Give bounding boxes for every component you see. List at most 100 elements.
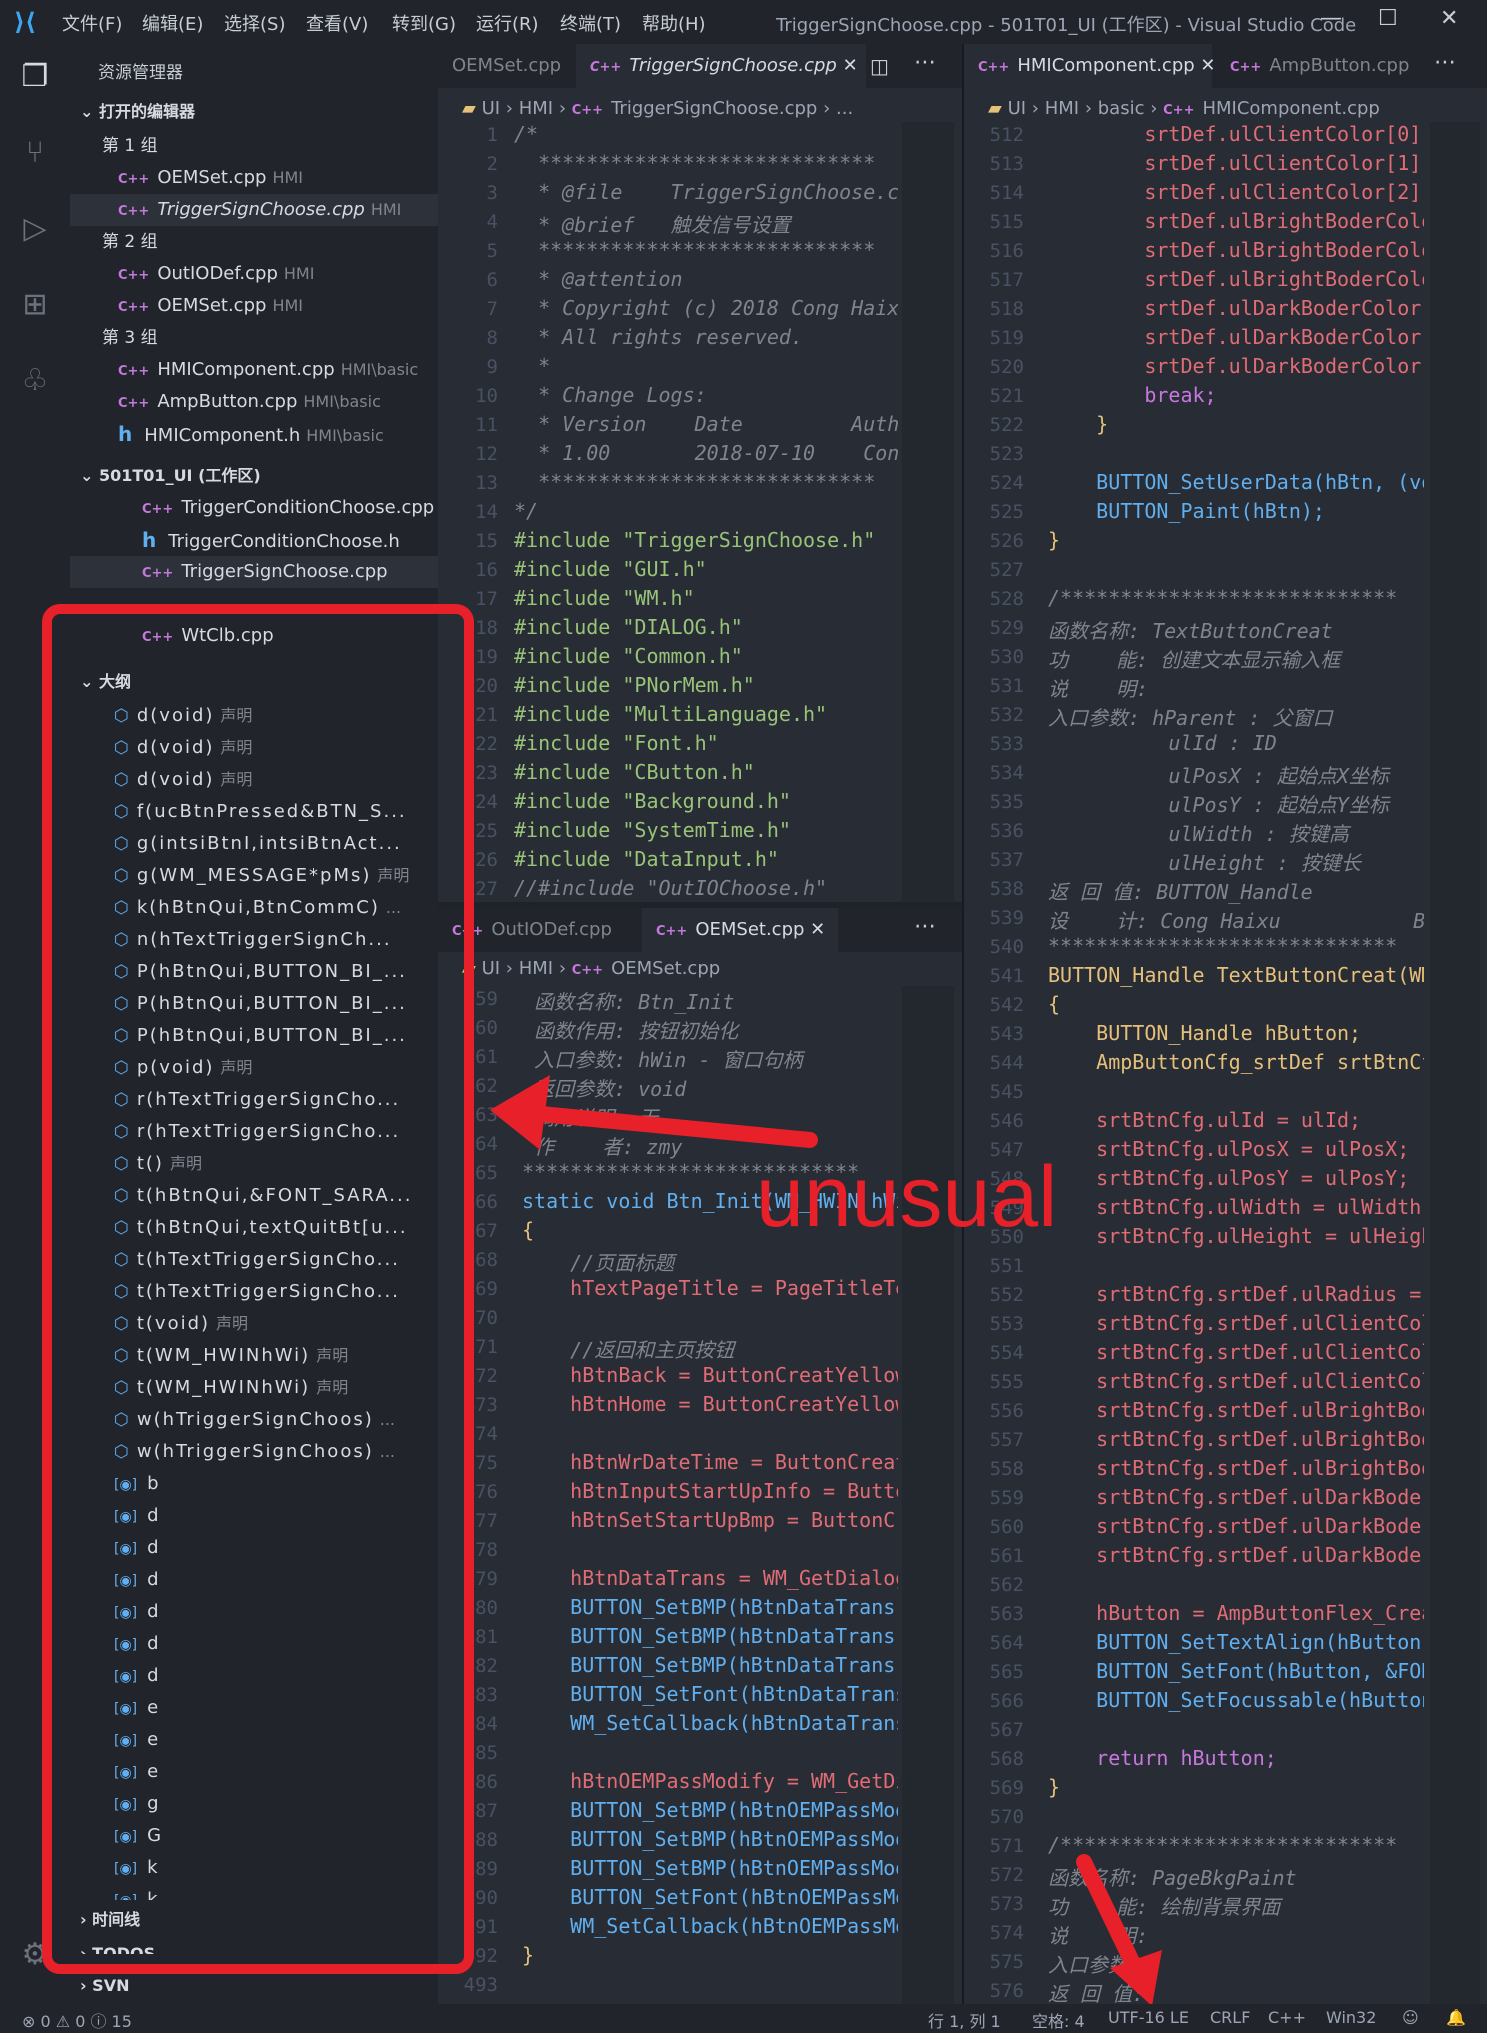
code-line[interactable]: srtDef.ulDarkBoderColor[ bbox=[1048, 296, 1424, 320]
workspace-file-item[interactable]: h TriggerConditionChoose.h bbox=[70, 524, 438, 556]
code-line[interactable]: #include "CButton.h" bbox=[514, 760, 755, 784]
code-line[interactable]: #include "Common.h" bbox=[514, 644, 743, 668]
svn-header[interactable]: › SVN bbox=[70, 1972, 438, 2000]
code-line[interactable]: 函数名称: Btn_Init bbox=[522, 986, 734, 1015]
code-line[interactable]: #include "TriggerSignChoose.h" bbox=[514, 528, 875, 552]
menu-item[interactable]: 查看(V) bbox=[306, 10, 368, 36]
code-line[interactable]: srtDef.ulClientColor[1] bbox=[1048, 151, 1421, 175]
code-line[interactable]: /* bbox=[514, 122, 538, 146]
more-actions-icon[interactable]: ⋯ bbox=[914, 50, 936, 75]
menu-item[interactable]: 转到(G) bbox=[392, 10, 456, 36]
code-line[interactable]: hBtnBack = ButtonCreatYellow bbox=[522, 1363, 898, 1387]
code-line[interactable]: hBtnInputStartUpInfo = Butto bbox=[522, 1479, 898, 1503]
code-line[interactable]: * @brief 触发信号设置 bbox=[514, 209, 790, 238]
code-line[interactable]: srtBtnCfg.srtDef.ulDarkBoder bbox=[1048, 1485, 1424, 1509]
breadcrumb-item[interactable]: HMI bbox=[1045, 98, 1079, 119]
code-line[interactable]: srtDef.ulClientColor[2] bbox=[1048, 180, 1421, 204]
code-line[interactable]: BUTTON_Handle TextButtonCreat(WM bbox=[1048, 963, 1424, 987]
breadcrumb-item[interactable]: UI bbox=[482, 958, 500, 979]
tab-oemset-bottom[interactable]: C++ OEMSet.cpp ✕ bbox=[642, 908, 838, 952]
code-line[interactable]: 函数作用: 按钮初始化 bbox=[522, 1015, 738, 1044]
menu-item[interactable]: 编辑(E) bbox=[142, 10, 203, 36]
code-line[interactable]: #include "GUI.h" bbox=[514, 557, 707, 581]
code-line[interactable]: break; bbox=[1048, 383, 1216, 407]
code-line[interactable]: * Copyright (c) 2018 Cong Haixu bbox=[514, 296, 898, 320]
breadcrumb-item[interactable]: UI bbox=[482, 98, 500, 119]
code-line[interactable]: 说 明: bbox=[1048, 673, 1148, 702]
code-line[interactable]: } bbox=[1048, 412, 1108, 436]
tab-hmicomponent[interactable]: C++ HMIComponent.cpp ✕ bbox=[964, 44, 1216, 88]
breadcrumb-item[interactable]: HMI bbox=[519, 958, 553, 979]
code-line[interactable]: BUTTON_Paint(hBtn); bbox=[1048, 499, 1325, 523]
code-line[interactable]: * 1.00 2018-07-10 Cong bbox=[514, 441, 898, 465]
code-line[interactable]: hBtnSetStartUpBmp = ButtonCr bbox=[522, 1508, 898, 1532]
more-actions-icon[interactable]: ⋯ bbox=[914, 914, 936, 939]
open-editor-item[interactable]: C++ OEMSet.cpp HMI bbox=[70, 162, 438, 194]
close-window-icon[interactable]: ✕ bbox=[1440, 6, 1458, 31]
code-line[interactable]: 函数名称: TextButtonCreat bbox=[1048, 615, 1333, 644]
code-line[interactable]: srtBtnCfg.srtDef.ulBrightBod bbox=[1048, 1427, 1424, 1451]
code-line[interactable]: srtBtnCfg.ulPosY = ulPosY; bbox=[1048, 1166, 1409, 1190]
platform[interactable]: Win32 bbox=[1326, 2008, 1376, 2027]
code-line[interactable]: ***************************** bbox=[1048, 934, 1397, 958]
maximize-icon[interactable]: ☐ bbox=[1378, 6, 1398, 31]
minimap[interactable] bbox=[902, 122, 954, 902]
open-editor-item[interactable]: C++ TriggerSignChoose.cpp HMI bbox=[70, 194, 438, 226]
code-line[interactable]: { bbox=[522, 1218, 534, 1242]
menu-item[interactable]: 文件(F) bbox=[62, 10, 122, 36]
code-line[interactable]: srtBtnCfg.srtDef.ulDarkBoder bbox=[1048, 1543, 1424, 1567]
code-line[interactable]: * bbox=[514, 354, 550, 378]
code-line[interactable]: 入口参数: hParent : 父窗口 bbox=[1048, 702, 1333, 731]
notifications-icon[interactable]: 🔔 bbox=[1446, 2008, 1466, 2027]
code-line[interactable]: BUTTON_SetBMP(hBtnOEMPassMod bbox=[522, 1827, 898, 1851]
code-line[interactable]: srtDef.ulDarkBoderColor[ bbox=[1048, 354, 1424, 378]
code-line[interactable]: * Version Date Auth bbox=[514, 412, 898, 436]
code-line[interactable]: srtBtnCfg.srtDef.ulBrightBod bbox=[1048, 1398, 1424, 1422]
code-line[interactable]: srtDef.ulBrightBoderColo bbox=[1048, 238, 1424, 262]
code-line[interactable]: hBtnWrDateTime = ButtonCreat bbox=[522, 1450, 898, 1474]
line-ending[interactable]: CRLF bbox=[1210, 2008, 1250, 2027]
breadcrumb-item[interactable]: UI bbox=[1008, 98, 1026, 119]
breadcrumb-item[interactable]: basic bbox=[1098, 98, 1145, 119]
code-area[interactable]: 512 srtDef.ulClientColor[0] 513 srtDef.ul… bbox=[964, 122, 1424, 2004]
code-line[interactable]: srtBtnCfg.ulHeight = ulHeigh bbox=[1048, 1224, 1424, 1248]
code-line[interactable]: * Change Logs: bbox=[514, 383, 707, 407]
code-line[interactable]: #include "DataInput.h" bbox=[514, 847, 779, 871]
code-line[interactable]: ulHeight : 按键长 bbox=[1048, 847, 1360, 876]
editor-right[interactable]: ▰ UI › HMI › basic › C++ HMIComponent.cpp… bbox=[964, 88, 1487, 2004]
close-tab-icon[interactable]: ✕ bbox=[1200, 55, 1215, 76]
code-line[interactable]: srtDef.ulBrightBoderColo bbox=[1048, 267, 1424, 291]
problems-indicator[interactable]: ⊗ 0 ⚠ 0 ⓘ 15 bbox=[22, 2008, 132, 2032]
open-editor-item[interactable]: C++ HMIComponent.cpp HMI\basic bbox=[70, 354, 438, 386]
tree-icon[interactable]: ♧ bbox=[14, 360, 56, 402]
minimize-icon[interactable]: — bbox=[1320, 6, 1342, 31]
code-line[interactable]: BUTTON_SetFocussable(hButton bbox=[1048, 1688, 1424, 1712]
code-line[interactable]: BUTTON_SetBMP(hBtnOEMPassMod bbox=[522, 1798, 898, 1822]
workspace-file-item[interactable]: C++ TriggerSignChoose.cpp bbox=[70, 556, 438, 588]
open-editor-item[interactable]: C++ OutIODef.cpp HMI bbox=[70, 258, 438, 290]
code-line[interactable]: WM_SetCallback(hBtnDataTrans bbox=[522, 1711, 898, 1735]
cursor-position[interactable]: 行 1, 列 1 bbox=[928, 2008, 1001, 2032]
breadcrumb-item[interactable]: HMIComponent.cpp bbox=[1202, 98, 1379, 119]
code-line[interactable]: BUTTON_SetFont(hBtnOEMPassMo bbox=[522, 1885, 898, 1909]
code-line[interactable]: #include "SystemTime.h" bbox=[514, 818, 791, 842]
code-line[interactable]: srtBtnCfg.srtDef.ulClientCol bbox=[1048, 1340, 1424, 1364]
code-line[interactable]: BUTTON_SetTextAlign(hButton, bbox=[1048, 1630, 1424, 1654]
code-line[interactable]: #include "Font.h" bbox=[514, 731, 719, 755]
code-line[interactable]: BUTTON_SetBMP(hBtnOEMPassMod bbox=[522, 1856, 898, 1880]
feedback-icon[interactable]: ☺ bbox=[1402, 2008, 1419, 2027]
breadcrumb-item[interactable]: HMI bbox=[519, 98, 553, 119]
encoding[interactable]: UTF-16 LE bbox=[1108, 2008, 1189, 2027]
code-line[interactable]: #include "Background.h" bbox=[514, 789, 791, 813]
code-line[interactable]: BUTTON_SetUserData(hBtn, (vo bbox=[1048, 470, 1424, 494]
breadcrumb-item[interactable]: TriggerSignChoose.cpp bbox=[611, 98, 817, 119]
editor-left-top[interactable]: ▰ UI › HMI › C++ TriggerSignChoose.cpp › … bbox=[438, 88, 962, 902]
workspace-header[interactable]: ⌄ 501T01_UI (工作区) bbox=[70, 462, 438, 490]
code-line[interactable]: * @attention bbox=[514, 267, 683, 291]
code-line[interactable]: BUTTON_SetBMP(hBtnDataTrans, bbox=[522, 1653, 898, 1677]
code-line[interactable]: BUTTON_SetFont(hButton, &FON bbox=[1048, 1659, 1424, 1683]
code-line[interactable]: hBtnOEMPassModify = WM_GetDia bbox=[522, 1769, 898, 1793]
open-editor-item[interactable]: C++ OEMSet.cpp HMI bbox=[70, 290, 438, 322]
code-line[interactable]: BUTTON_SetFont(hBtnDataTrans bbox=[522, 1682, 898, 1706]
code-line[interactable]: #include "PNorMem.h" bbox=[514, 673, 755, 697]
